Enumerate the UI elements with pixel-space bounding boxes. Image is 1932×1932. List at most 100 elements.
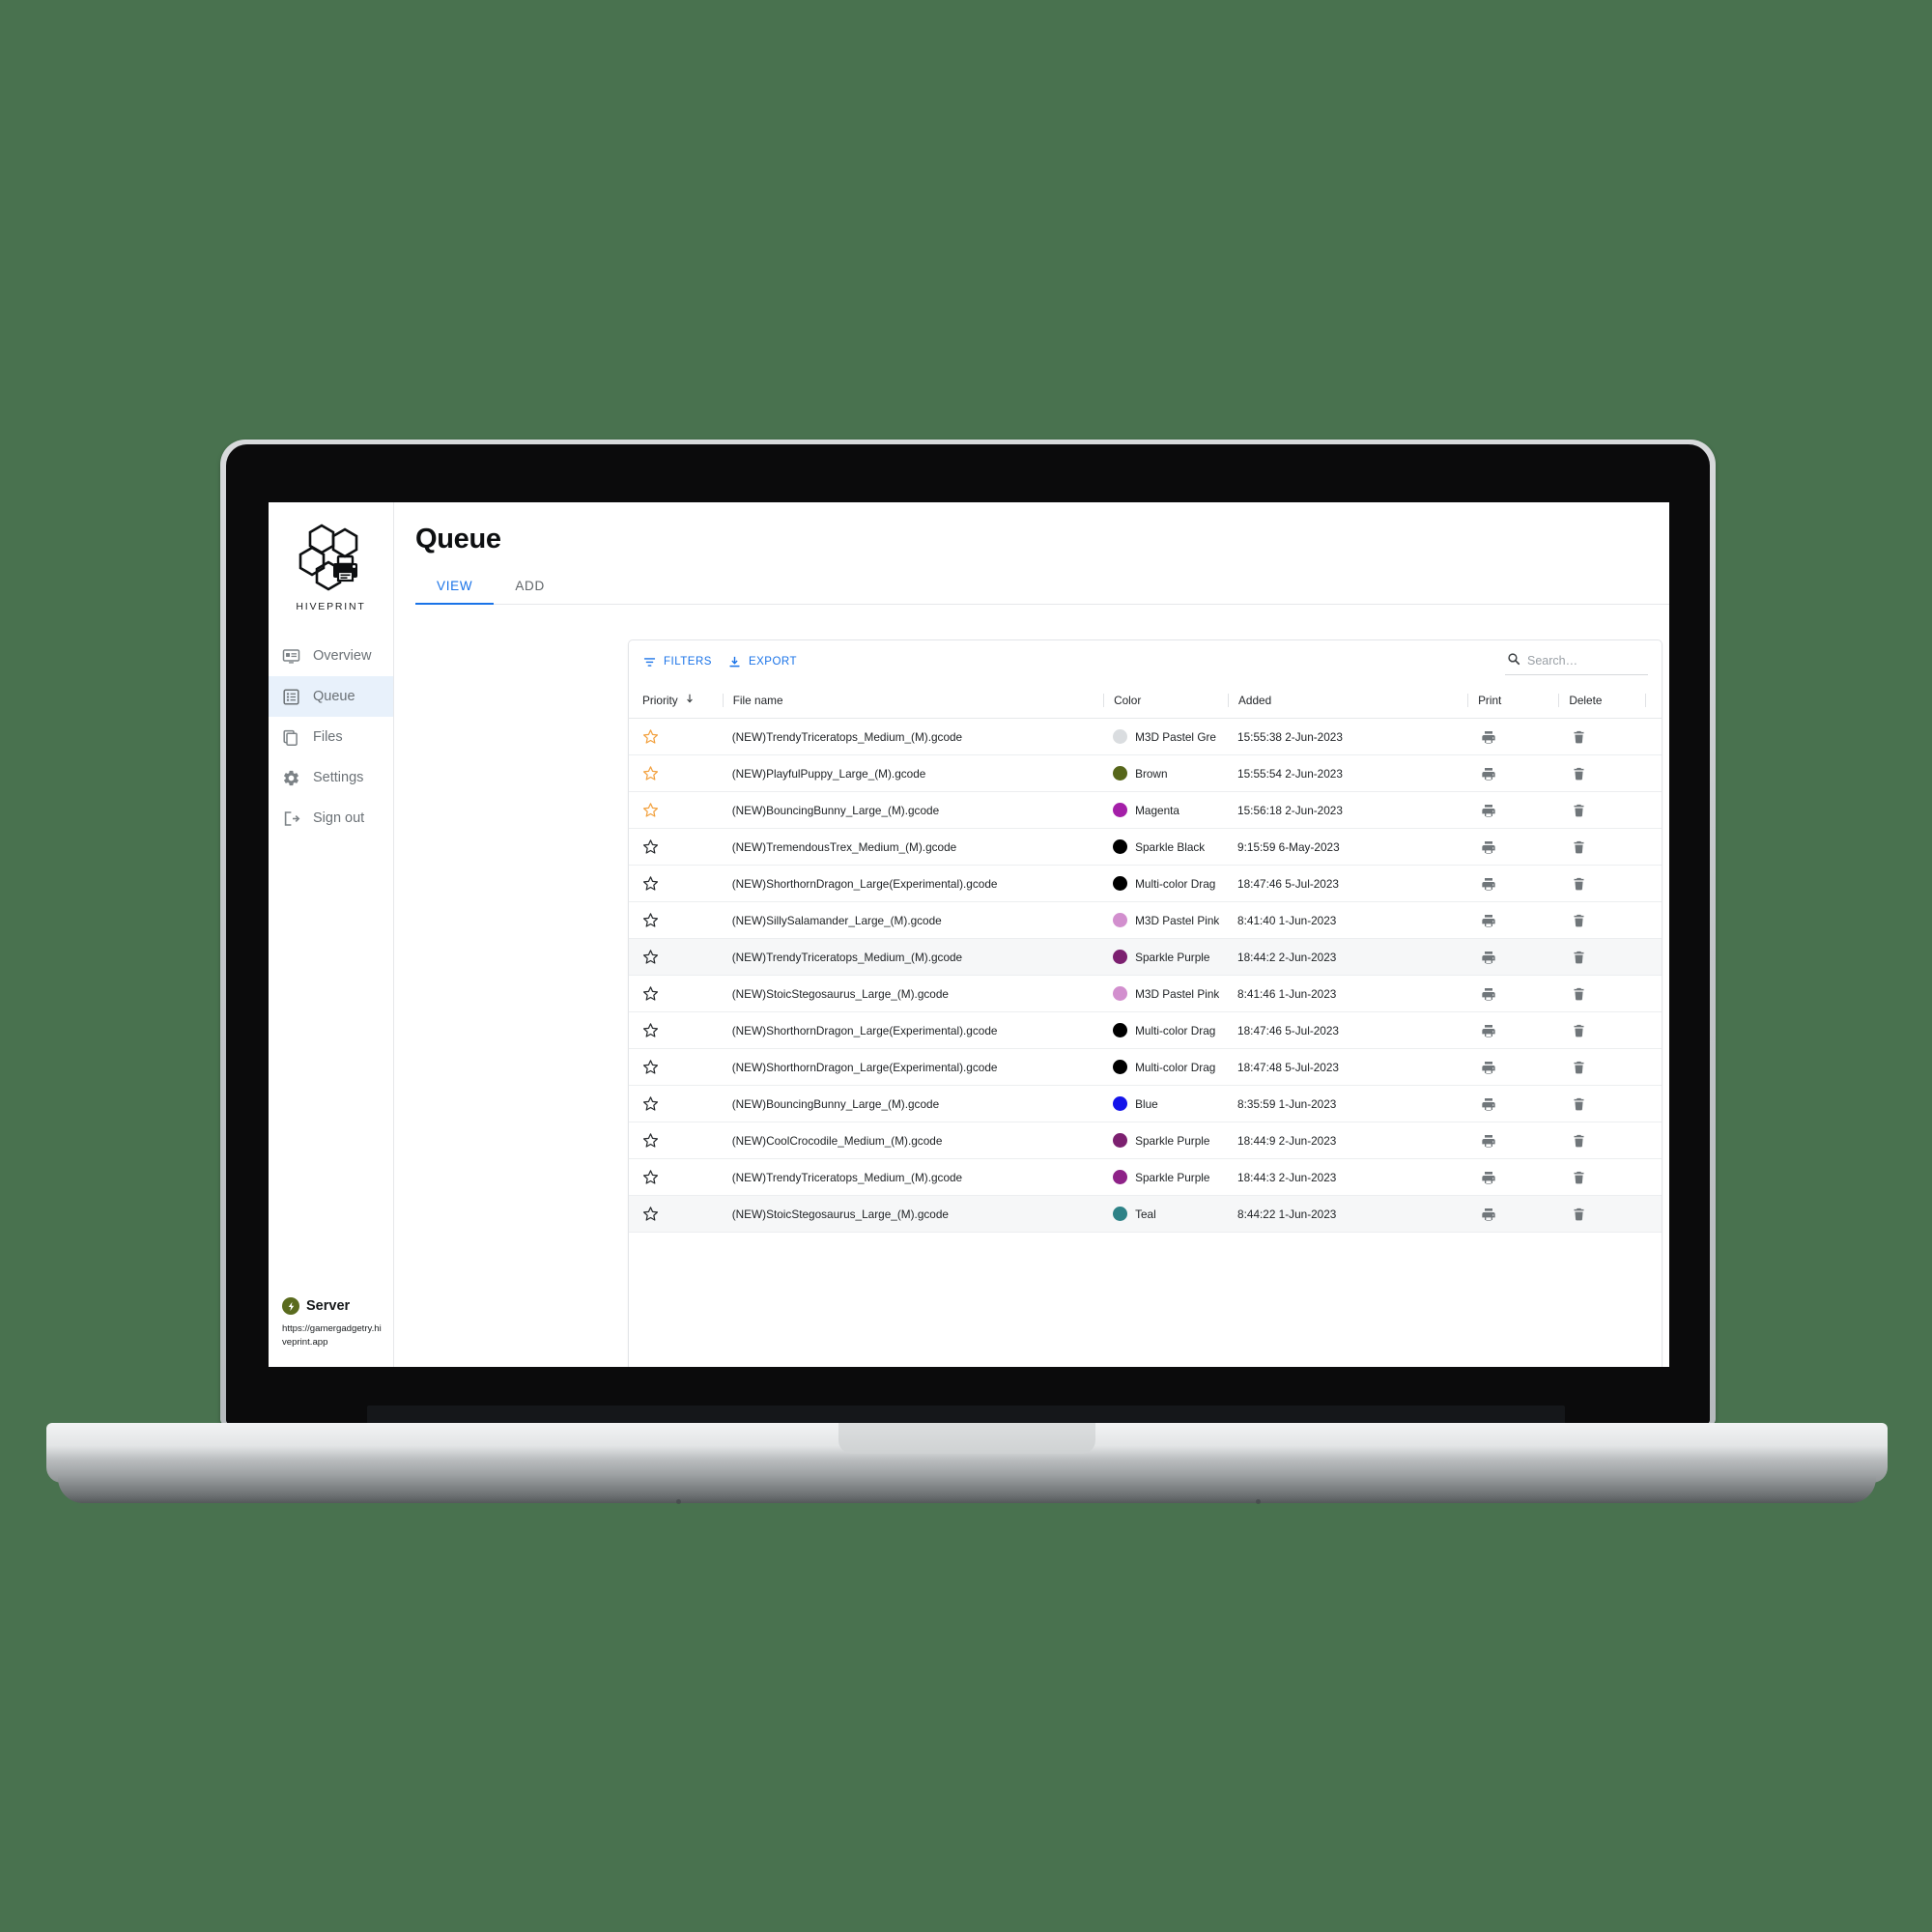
column-header-color[interactable]: Color [1103, 683, 1229, 719]
table-row[interactable]: (NEW)SillySalamander_Large_(M).gcode M3D … [629, 901, 1662, 939]
trash-icon[interactable] [1558, 755, 1644, 791]
column-header-delete[interactable]: Delete [1558, 683, 1645, 719]
sidebar-item-queue[interactable]: Queue [269, 676, 393, 717]
priority-star-icon[interactable] [629, 755, 723, 791]
trash-icon[interactable] [1558, 866, 1644, 901]
printer-icon[interactable] [1467, 902, 1558, 938]
table-row[interactable]: (NEW)BouncingBunny_Large_(M).gcode Magent… [629, 791, 1662, 829]
printer-icon[interactable] [1467, 1196, 1558, 1232]
cell-priority[interactable] [629, 938, 723, 976]
cell-priority[interactable] [629, 1048, 723, 1086]
table-row[interactable]: (NEW)StoicStegosaurus_Large_(M).gcode M3D… [629, 975, 1662, 1012]
cell-priority[interactable] [629, 1158, 723, 1196]
cell-print[interactable] [1467, 938, 1559, 976]
cell-delete[interactable] [1558, 1085, 1645, 1122]
sidebar-item-files[interactable]: Files [269, 717, 393, 757]
trash-icon[interactable] [1558, 1012, 1644, 1048]
priority-star-icon[interactable] [629, 976, 723, 1011]
cell-delete[interactable] [1558, 754, 1645, 792]
priority-star-icon[interactable] [629, 792, 723, 828]
filters-button[interactable]: FILTERS [642, 655, 712, 669]
search-box[interactable] [1505, 649, 1648, 675]
cell-delete[interactable] [1558, 1158, 1645, 1196]
trash-icon[interactable] [1558, 976, 1644, 1011]
table-row[interactable]: (NEW)TrendyTriceratops_Medium_(M).gcode M… [629, 718, 1662, 755]
priority-star-icon[interactable] [629, 1086, 723, 1122]
cell-print[interactable] [1467, 865, 1559, 902]
cell-delete[interactable] [1558, 938, 1645, 976]
cell-delete[interactable] [1558, 975, 1645, 1012]
search-input[interactable] [1527, 654, 1646, 668]
table-row[interactable]: (NEW)TrendyTriceratops_Medium_(M).gcode S… [629, 938, 1662, 976]
cell-print[interactable] [1467, 791, 1559, 829]
priority-star-icon[interactable] [629, 1049, 723, 1085]
cell-print[interactable] [1467, 828, 1559, 866]
cell-priority[interactable] [629, 828, 723, 866]
cell-delete[interactable] [1558, 1195, 1645, 1233]
priority-star-icon[interactable] [629, 1122, 723, 1158]
cell-delete[interactable] [1558, 1048, 1645, 1086]
cell-delete[interactable] [1558, 1122, 1645, 1159]
trash-icon[interactable] [1558, 1196, 1644, 1232]
printer-icon[interactable] [1467, 939, 1558, 975]
priority-star-icon[interactable] [629, 719, 723, 754]
cell-print[interactable] [1467, 1158, 1559, 1196]
cell-print[interactable] [1467, 1085, 1559, 1122]
cell-print[interactable] [1467, 718, 1559, 755]
cell-delete[interactable] [1558, 718, 1645, 755]
table-row[interactable]: (NEW)ShorthornDragon_Large(Experimental)… [629, 1048, 1662, 1086]
printer-icon[interactable] [1467, 829, 1558, 865]
cell-priority[interactable] [629, 791, 723, 829]
sidebar-item-sign-out[interactable]: Sign out [269, 798, 393, 838]
table-row[interactable]: (NEW)TremendousTrex_Medium_(M).gcode Spar… [629, 828, 1662, 866]
priority-star-icon[interactable] [629, 1196, 723, 1232]
cell-print[interactable] [1467, 901, 1559, 939]
priority-star-icon[interactable] [629, 1012, 723, 1048]
cell-priority[interactable] [629, 1122, 723, 1159]
printer-icon[interactable] [1467, 976, 1558, 1011]
printer-icon[interactable] [1467, 1122, 1558, 1158]
trash-icon[interactable] [1558, 1049, 1644, 1085]
printer-icon[interactable] [1467, 755, 1558, 791]
cell-priority[interactable] [629, 901, 723, 939]
cell-delete[interactable] [1558, 865, 1645, 902]
cell-priority[interactable] [629, 718, 723, 755]
column-header-priority[interactable]: Priority [629, 683, 723, 719]
table-row[interactable]: (NEW)ShorthornDragon_Large(Experimental)… [629, 1011, 1662, 1049]
printer-icon[interactable] [1467, 1159, 1558, 1195]
trash-icon[interactable] [1558, 939, 1644, 975]
table-row[interactable]: (NEW)BouncingBunny_Large_(M).gcode Blue 8:… [629, 1085, 1662, 1122]
cell-priority[interactable] [629, 865, 723, 902]
cell-priority[interactable] [629, 1195, 723, 1233]
printer-icon[interactable] [1467, 719, 1558, 754]
cell-delete[interactable] [1558, 901, 1645, 939]
trash-icon[interactable] [1558, 829, 1644, 865]
cell-print[interactable] [1467, 975, 1559, 1012]
trash-icon[interactable] [1558, 902, 1644, 938]
printer-icon[interactable] [1467, 866, 1558, 901]
table-row[interactable]: (NEW)CoolCrocodile_Medium_(M).gcode Spark… [629, 1122, 1662, 1159]
tab-add[interactable]: ADD [494, 569, 566, 604]
table-scroll-area[interactable]: Priority File name Color Added Print Del… [629, 683, 1662, 1367]
printer-icon[interactable] [1467, 1049, 1558, 1085]
sidebar-item-settings[interactable]: Settings [269, 757, 393, 798]
export-button[interactable]: EXPORT [727, 655, 797, 669]
priority-star-icon[interactable] [629, 866, 723, 901]
cell-priority[interactable] [629, 1085, 723, 1122]
trash-icon[interactable] [1558, 719, 1644, 754]
priority-star-icon[interactable] [629, 939, 723, 975]
cell-print[interactable] [1467, 1048, 1559, 1086]
priority-star-icon[interactable] [629, 902, 723, 938]
table-row[interactable]: (NEW)ShorthornDragon_Large(Experimental)… [629, 865, 1662, 902]
trash-icon[interactable] [1558, 792, 1644, 828]
cell-print[interactable] [1467, 1122, 1559, 1159]
column-header-print[interactable]: Print [1467, 683, 1559, 719]
cell-delete[interactable] [1558, 791, 1645, 829]
printer-icon[interactable] [1467, 1012, 1558, 1048]
priority-star-icon[interactable] [629, 829, 723, 865]
table-row[interactable]: (NEW)PlayfulPuppy_Large_(M).gcode Brown 15… [629, 754, 1662, 792]
tab-view[interactable]: VIEW [415, 569, 495, 605]
cell-priority[interactable] [629, 1011, 723, 1049]
cell-priority[interactable] [629, 975, 723, 1012]
column-header-added[interactable]: Added [1228, 683, 1468, 719]
